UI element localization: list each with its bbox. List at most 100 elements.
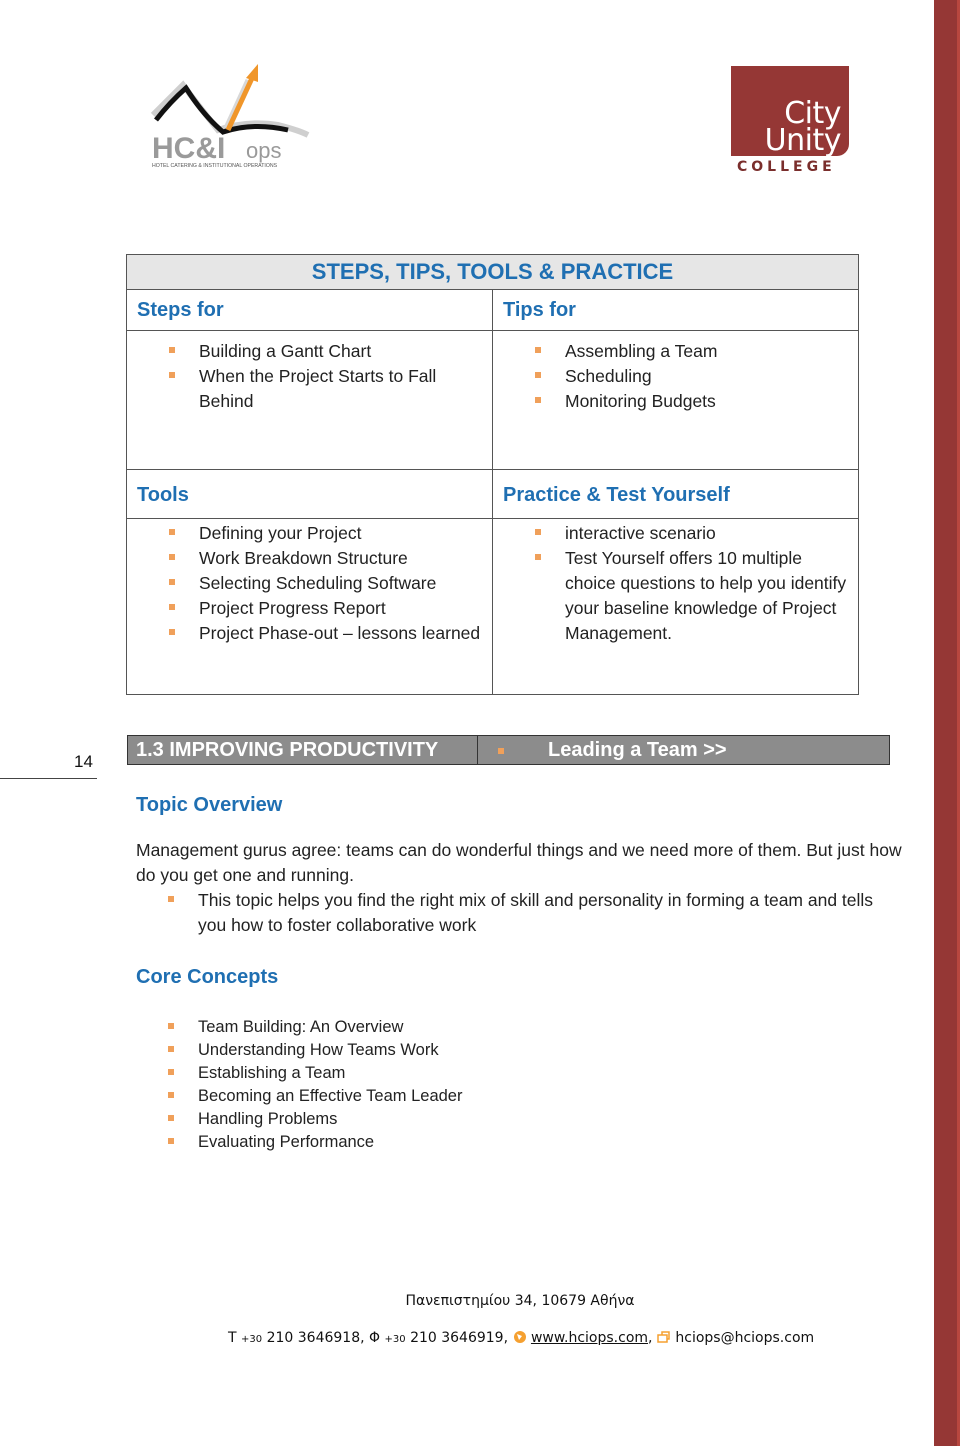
list-item-text: Building a Gantt Chart (199, 341, 372, 361)
tips-heading-cell: Tips for (492, 289, 859, 331)
bullet-square-icon (169, 554, 175, 560)
topic-overview-bullet: This topic helps you find the right mix … (136, 888, 906, 938)
core-concepts-list: Team Building: An Overview Understanding… (136, 1016, 462, 1154)
tools-list: Defining your Project Work Breakdown Str… (127, 519, 492, 646)
list-item: Test Yourself offers 10 multiple choice … (493, 546, 858, 646)
website-link[interactable]: www.hciops.com (531, 1330, 648, 1346)
fax-prefix: +30 (384, 1334, 406, 1345)
list-item-text: Becoming an Effective Team Leader (198, 1087, 463, 1105)
city-unity-college-logo: City Unity COLLEGE (731, 66, 849, 178)
bullet-square-icon (535, 529, 541, 535)
bullet-square-icon (169, 372, 175, 378)
list-item-text: Evaluating Performance (198, 1133, 375, 1151)
footer-contact: T +30 210 3646918, Φ +30 210 3646919, ww… (228, 1330, 814, 1346)
practice-heading: Practice & Test Yourself (503, 484, 730, 506)
hci-ops-logo: HC&I ops HOTEL CATERING & INSTITUTIONAL … (148, 60, 318, 170)
list-item-text: Project Progress Report (199, 598, 386, 618)
leading-a-team-link[interactable]: Leading a Team >> (478, 736, 889, 764)
bullet-square-icon (168, 896, 174, 902)
core-concepts-heading: Core Concepts (136, 966, 279, 988)
list-item: Project Phase-out – lessons learned (127, 621, 492, 646)
tips-heading: Tips for (503, 299, 576, 321)
bullet-square-icon (169, 604, 175, 610)
list-item-text: Team Building: An Overview (198, 1018, 404, 1036)
tools-heading-cell: Tools (126, 469, 493, 519)
bullet-square-icon (169, 347, 175, 353)
list-item-text: Assembling a Team (565, 341, 718, 361)
bullet-square-icon (168, 1115, 174, 1121)
tools-heading: Tools (137, 484, 189, 506)
list-item-text: When the Project Starts to Fall Behind (199, 366, 437, 411)
list-item: Understanding How Teams Work (136, 1039, 462, 1062)
list-item: Handling Problems (136, 1108, 462, 1131)
steps-list: Building a Gantt Chart When the Project … (127, 331, 492, 414)
practice-heading-cell: Practice & Test Yourself (492, 469, 859, 519)
list-item: Defining your Project (127, 521, 492, 546)
list-item-text: interactive scenario (565, 523, 716, 543)
list-item: Becoming an Effective Team Leader (136, 1085, 462, 1108)
list-item-text: Defining your Project (199, 523, 362, 543)
steps-heading: Steps for (137, 299, 224, 321)
separator-comma: , (648, 1330, 653, 1346)
list-item-text: Establishing a Team (198, 1064, 346, 1082)
list-item: When the Project Starts to Fall Behind (127, 364, 492, 414)
phone-number: 210 3646918, (266, 1330, 365, 1346)
leading-a-team-link-text[interactable]: Leading a Team >> (548, 739, 727, 761)
steps-list-cell: Building a Gantt Chart When the Project … (126, 330, 493, 470)
tools-list-cell: Defining your Project Work Breakdown Str… (126, 518, 493, 695)
list-item-text: Work Breakdown Structure (199, 548, 408, 568)
list-item-text: Understanding How Teams Work (198, 1041, 439, 1059)
hci-logo-suffix: ops (246, 138, 281, 163)
hci-ops-logo-graphic: HC&I ops HOTEL CATERING & INSTITUTIONAL … (150, 64, 310, 169)
email-address[interactable]: hciops@hciops.com (675, 1330, 814, 1346)
fax-label: Φ (369, 1330, 381, 1346)
city-unity-logo-box: City Unity (731, 66, 849, 156)
globe-icon (513, 1331, 526, 1343)
bullet-square-icon (535, 347, 541, 353)
table-title: STEPS, TIPS, TOOLS & PRACTICE (126, 254, 859, 290)
bullet-square-icon (168, 1138, 174, 1144)
bullet-square-icon (498, 748, 504, 754)
tips-list-cell: Assembling a Team Scheduling Monitoring … (492, 330, 859, 470)
section-banner: 1.3 IMPROVING PRODUCTIVITY Leading a Tea… (127, 735, 890, 765)
list-item-text: Project Phase-out – lessons learned (199, 623, 481, 643)
bullet-square-icon (168, 1023, 174, 1029)
tips-list: Assembling a Team Scheduling Monitoring … (493, 331, 858, 414)
bullet-square-icon (168, 1069, 174, 1075)
phone-prefix: +30 (241, 1334, 263, 1345)
list-item: Scheduling (493, 364, 858, 389)
bullet-square-icon (535, 397, 541, 403)
list-item-text: Scheduling (565, 366, 652, 386)
practice-list-cell: interactive scenario Test Yourself offer… (492, 518, 859, 695)
list-item: Monitoring Budgets (493, 389, 858, 414)
list-item-text: Test Yourself offers 10 multiple choice … (565, 548, 847, 643)
list-item-text: Selecting Scheduling Software (199, 573, 437, 593)
bullet-square-icon (169, 629, 175, 635)
footer-address: Πανεπιστημίου 34, 10679 Αθήνα (405, 1293, 635, 1309)
list-item: interactive scenario (493, 521, 858, 546)
list-item: Building a Gantt Chart (127, 339, 492, 364)
list-item: Establishing a Team (136, 1062, 462, 1085)
phone-label: T (228, 1330, 237, 1346)
logo-text-unity: Unity (764, 123, 842, 158)
list-item: Team Building: An Overview (136, 1016, 462, 1039)
steps-tips-tools-table: STEPS, TIPS, TOOLS & PRACTICE Steps for … (126, 254, 859, 695)
list-item: Evaluating Performance (136, 1131, 462, 1154)
list-item: Assembling a Team (493, 339, 858, 364)
section-title: 1.3 IMPROVING PRODUCTIVITY (128, 736, 478, 764)
topic-overview-bullet-text: This topic helps you find the right mix … (198, 890, 874, 935)
bullet-square-icon (168, 1046, 174, 1052)
page-number-rule (0, 778, 97, 779)
hci-logo-tagline: HOTEL CATERING & INSTITUTIONAL OPERATION… (152, 163, 278, 169)
hci-logo-wordmark: HC&I (152, 132, 225, 165)
bullet-square-icon (535, 554, 541, 560)
bullet-square-icon (169, 529, 175, 535)
list-item-text: Monitoring Budgets (565, 391, 716, 411)
fax-number: 210 3646919, (410, 1330, 509, 1346)
bullet-square-icon (169, 579, 175, 585)
steps-heading-cell: Steps for (126, 289, 493, 331)
bullet-square-icon (535, 372, 541, 378)
topic-overview-heading: Topic Overview (136, 794, 283, 816)
mailbox-icon (657, 1331, 670, 1343)
side-accent-bar (934, 0, 960, 1446)
